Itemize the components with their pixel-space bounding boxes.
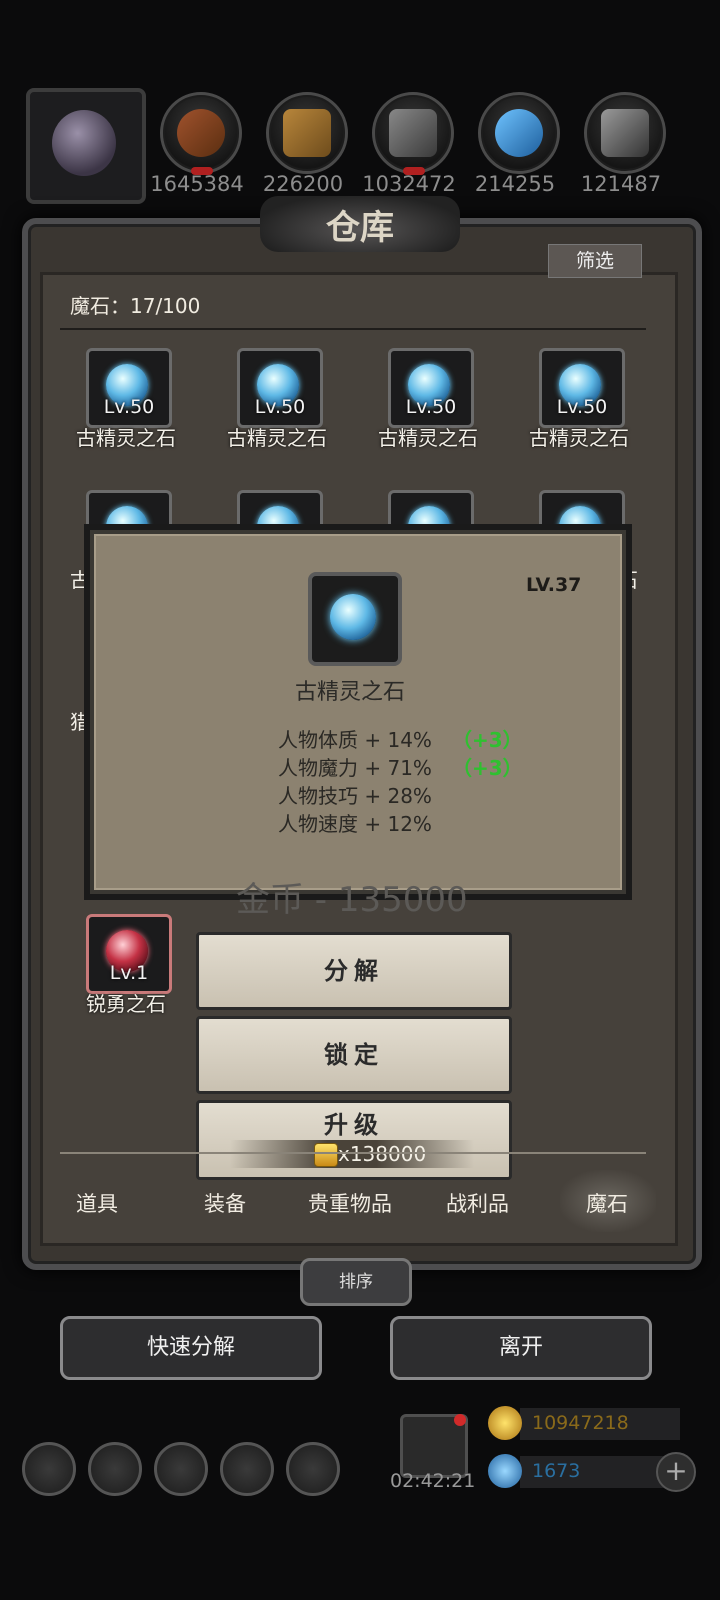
gift-timer: 02:42:21 xyxy=(390,1470,476,1492)
tooltip-level: LV.37 xyxy=(526,574,582,596)
quick-decompose-button[interactable]: 快速分解 xyxy=(60,1316,322,1380)
resource-slot-hide[interactable] xyxy=(160,92,242,175)
gold-amount: 10947218 xyxy=(532,1412,629,1434)
inventory-item[interactable]: Lv.50 古精灵之石 xyxy=(50,348,202,450)
item-name: 古精灵之石 xyxy=(227,426,327,450)
inventory-item[interactable]: Lv.50 古精灵之石 xyxy=(503,348,655,450)
resource-count-5: 121487 xyxy=(580,172,662,196)
resource-slot-steel[interactable] xyxy=(584,92,666,174)
resource-slot-crystal[interactable] xyxy=(478,92,560,174)
decompose-button[interactable]: 分解 xyxy=(196,932,512,1010)
magic-stone-count: 魔石：17/100 xyxy=(70,294,201,318)
selected-item[interactable]: Lv.1 锐勇之石 xyxy=(50,914,202,1016)
tab-items[interactable]: 道具 xyxy=(76,1188,118,1218)
item-name: 古精灵之石 xyxy=(378,426,478,450)
item-level: Lv.50 xyxy=(556,396,608,418)
resource-count-2: 226200 xyxy=(262,172,344,196)
tooltip-stat: 人物魔力 + 71% xyxy=(278,756,432,780)
iron-ingot-icon xyxy=(389,109,437,157)
filter-button[interactable]: 筛选 xyxy=(548,244,642,278)
resource-slot-wood[interactable] xyxy=(266,92,348,174)
tab-equipment[interactable]: 装备 xyxy=(204,1188,246,1218)
tab-divider xyxy=(60,1152,646,1154)
star-icon[interactable] xyxy=(88,1442,142,1496)
tooltip-item-name: 古精灵之石 xyxy=(294,680,405,705)
tooltip-stat: 人物体质 + 14% xyxy=(278,728,432,752)
tooltip-stat: 人物速度 + 12% xyxy=(278,812,432,836)
divider xyxy=(60,328,646,330)
castle-icon[interactable] xyxy=(154,1442,208,1496)
lock-button[interactable]: 锁定 xyxy=(196,1016,512,1094)
add-currency-button[interactable]: + xyxy=(656,1452,696,1492)
page-title: 仓库 xyxy=(326,208,394,248)
tooltip-stat: 人物技巧 + 28% xyxy=(278,784,432,808)
item-name: 古精灵之石 xyxy=(76,426,176,450)
gold-coin-icon xyxy=(314,1143,338,1167)
dark-gem-icon xyxy=(52,110,116,176)
blue-stone-icon xyxy=(330,594,376,640)
mail-icon[interactable] xyxy=(220,1442,274,1496)
tooltip-stat-bonus: （+3） xyxy=(452,756,523,780)
gold-coin-icon xyxy=(488,1406,522,1440)
settings-icon[interactable] xyxy=(22,1442,76,1496)
current-item-slot[interactable] xyxy=(26,88,146,204)
gem-icon xyxy=(488,1454,522,1488)
upgrade-label: 升级 xyxy=(324,1111,384,1139)
resource-count-1: 1645384 xyxy=(150,172,244,196)
resource-count-4: 214255 xyxy=(474,172,556,196)
leave-button[interactable]: 离开 xyxy=(390,1316,652,1380)
wood-icon xyxy=(283,109,331,157)
resource-slot-iron[interactable] xyxy=(372,92,454,175)
crystal-icon xyxy=(495,109,543,157)
tab-valuables[interactable]: 贵重物品 xyxy=(308,1188,392,1218)
item-level: Lv.50 xyxy=(405,396,457,418)
inventory-item[interactable]: Lv.50 古精灵之石 xyxy=(352,348,504,450)
resource-count-3: 1032472 xyxy=(362,172,456,196)
tooltip-stat-bonus: （+3） xyxy=(452,728,523,752)
item-level: Lv.50 xyxy=(254,396,306,418)
item-name-fragment: 古 xyxy=(70,568,90,592)
item-name: 锐勇之石 xyxy=(86,992,166,1016)
gem-amount: 1673 xyxy=(532,1460,581,1482)
leather-icon xyxy=(177,109,225,157)
handshake-icon[interactable] xyxy=(286,1442,340,1496)
upgrade-cost: x138000 xyxy=(338,1142,427,1166)
notification-dot xyxy=(454,1414,466,1426)
item-name-fragment: 猎 xyxy=(70,710,90,734)
steel-ingot-icon xyxy=(601,109,649,157)
item-name: 古精灵之石 xyxy=(529,426,629,450)
item-level: Lv.50 xyxy=(103,396,155,418)
gold-cost-faded: 金币 - 135000 xyxy=(236,880,468,920)
item-level: Lv.1 xyxy=(109,962,149,984)
inventory-item[interactable]: Lv.50 古精灵之石 xyxy=(201,348,353,450)
sort-button[interactable]: 排序 xyxy=(300,1258,412,1306)
tab-magic-stones[interactable]: 魔石 xyxy=(586,1188,628,1218)
tab-loot[interactable]: 战利品 xyxy=(446,1188,509,1218)
